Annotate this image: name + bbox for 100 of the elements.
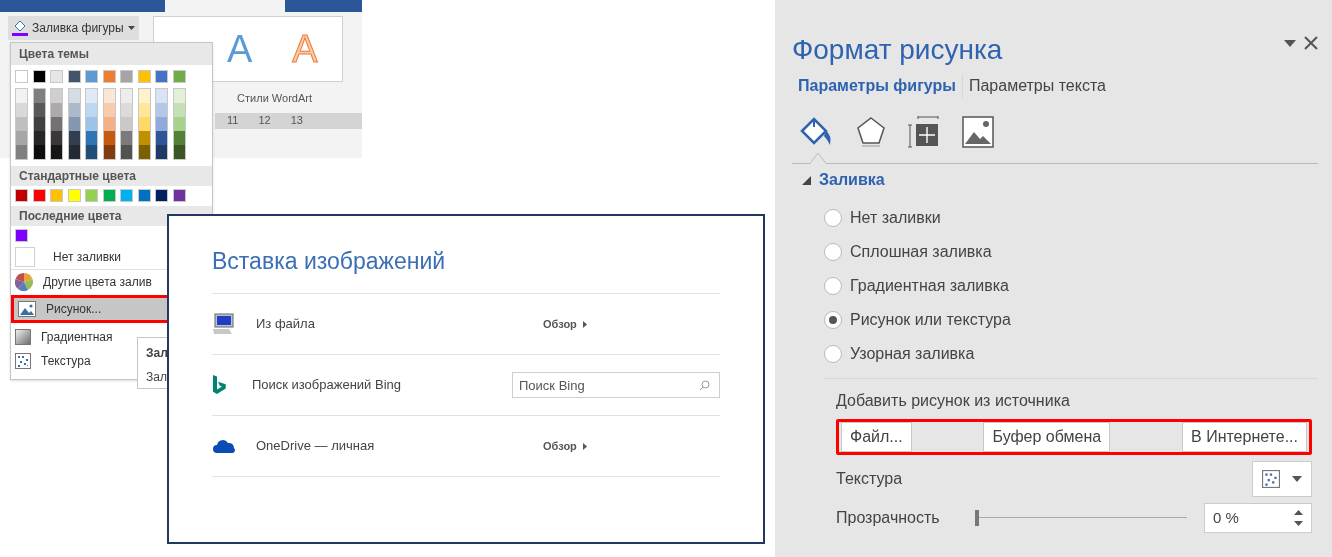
color-swatch[interactable] <box>86 145 97 159</box>
color-swatch[interactable] <box>85 70 98 83</box>
source-row[interactable]: Из файла Обзор <box>212 294 720 355</box>
color-swatch[interactable] <box>33 89 45 103</box>
slider-thumb[interactable] <box>975 510 979 526</box>
dropdown-arrow-icon[interactable] <box>1284 39 1296 47</box>
radio-button[interactable] <box>824 209 842 227</box>
color-swatch[interactable] <box>50 70 63 83</box>
pane-tab[interactable]: Параметры текста <box>961 74 1112 98</box>
source-row[interactable]: Поиск изображений Bing Поиск Bing <box>212 355 720 416</box>
spinner-arrows-icon[interactable] <box>1294 509 1303 527</box>
color-swatch[interactable] <box>86 131 97 145</box>
color-swatch[interactable] <box>156 117 167 131</box>
color-swatch[interactable] <box>16 131 27 145</box>
pentagon-icon[interactable] <box>856 116 886 148</box>
color-swatch[interactable] <box>173 89 185 103</box>
radio-button[interactable] <box>824 311 842 329</box>
color-swatch[interactable] <box>103 89 115 103</box>
color-swatch[interactable] <box>137 70 151 83</box>
color-swatch[interactable] <box>68 145 80 159</box>
source-button[interactable]: В Интернете... <box>1182 422 1307 452</box>
size-position-icon[interactable] <box>908 116 940 148</box>
color-swatch[interactable] <box>102 70 116 83</box>
shape-fill-button[interactable]: Заливка фигуры <box>8 16 139 40</box>
color-swatch[interactable] <box>137 189 151 202</box>
color-swatch[interactable] <box>121 89 132 103</box>
section-header[interactable]: Заливка <box>792 168 1318 192</box>
radio-button[interactable] <box>824 243 842 261</box>
color-swatch[interactable] <box>16 89 27 103</box>
color-swatch[interactable] <box>51 131 62 145</box>
color-swatch[interactable] <box>138 117 150 131</box>
color-swatch[interactable] <box>67 70 81 83</box>
color-swatch[interactable] <box>68 89 80 103</box>
color-swatch[interactable] <box>156 89 167 103</box>
color-swatch[interactable] <box>121 117 132 131</box>
radio-button[interactable] <box>824 345 842 363</box>
color-swatch[interactable] <box>138 103 150 117</box>
color-swatch[interactable] <box>120 70 133 83</box>
color-swatch[interactable] <box>68 131 80 145</box>
color-swatch[interactable] <box>68 117 80 131</box>
color-swatch[interactable] <box>33 145 45 159</box>
color-swatch[interactable] <box>172 189 186 202</box>
color-swatch[interactable] <box>121 103 132 117</box>
color-swatch[interactable] <box>121 131 132 145</box>
color-swatch[interactable] <box>51 89 62 103</box>
color-swatch[interactable] <box>86 117 97 131</box>
color-swatch[interactable] <box>15 229 28 242</box>
radio-option[interactable]: Рисунок или текстура <box>824 308 1318 332</box>
color-swatch[interactable] <box>86 103 97 117</box>
menu-item[interactable]: Нет заливки <box>11 245 212 269</box>
color-swatch[interactable] <box>16 103 27 117</box>
search-field[interactable]: Поиск Bing <box>512 372 720 398</box>
color-swatch[interactable] <box>138 89 150 103</box>
color-swatch[interactable] <box>103 103 115 117</box>
color-swatch[interactable] <box>103 145 115 159</box>
color-swatch[interactable] <box>50 189 63 202</box>
color-swatch[interactable] <box>172 70 186 83</box>
radio-option[interactable]: Градиентная заливка <box>824 274 1318 298</box>
color-swatch[interactable] <box>138 145 150 159</box>
color-swatch[interactable] <box>15 189 28 202</box>
color-swatch[interactable] <box>51 103 62 117</box>
color-swatch[interactable] <box>32 70 46 83</box>
color-swatch[interactable] <box>120 189 133 202</box>
color-swatch[interactable] <box>102 189 116 202</box>
color-swatch[interactable] <box>103 131 115 145</box>
radio-option[interactable]: Узорная заливка <box>824 342 1318 366</box>
color-swatch[interactable] <box>86 89 97 103</box>
color-swatch[interactable] <box>68 103 80 117</box>
radio-option[interactable]: Сплошная заливка <box>824 240 1318 264</box>
color-swatch[interactable] <box>67 189 81 202</box>
color-swatch[interactable] <box>33 131 45 145</box>
color-swatch[interactable] <box>121 145 132 159</box>
color-swatch[interactable] <box>103 117 115 131</box>
color-swatch[interactable] <box>33 103 45 117</box>
color-swatch[interactable] <box>156 145 167 159</box>
color-swatch[interactable] <box>85 189 98 202</box>
pane-tab[interactable]: Параметры фигуры <box>792 74 962 98</box>
color-swatch[interactable] <box>156 103 167 117</box>
source-row[interactable]: OneDrive — личная Обзор <box>212 416 720 477</box>
color-swatch[interactable] <box>15 70 28 83</box>
color-swatch[interactable] <box>16 117 27 131</box>
color-swatch[interactable] <box>33 117 45 131</box>
color-swatch[interactable] <box>32 189 46 202</box>
radio-button[interactable] <box>824 277 842 295</box>
color-swatch[interactable] <box>173 103 185 117</box>
radio-option[interactable]: Нет заливки <box>824 206 1318 230</box>
slider-track[interactable] <box>975 510 1187 526</box>
color-swatch[interactable] <box>173 145 185 159</box>
texture-picker[interactable] <box>1252 461 1312 497</box>
color-swatch[interactable] <box>155 189 168 202</box>
color-swatch[interactable] <box>173 117 185 131</box>
close-icon[interactable] <box>1304 36 1318 50</box>
source-button[interactable]: Файл... <box>841 422 912 452</box>
browse-link[interactable]: Обзор <box>543 315 587 333</box>
browse-link[interactable]: Обзор <box>543 437 587 455</box>
transparency-field[interactable]: 0 % <box>1204 503 1312 533</box>
image-icon[interactable] <box>962 116 994 148</box>
color-swatch[interactable] <box>51 145 62 159</box>
source-button[interactable]: Буфер обмена <box>983 422 1111 452</box>
color-swatch[interactable] <box>51 117 62 131</box>
